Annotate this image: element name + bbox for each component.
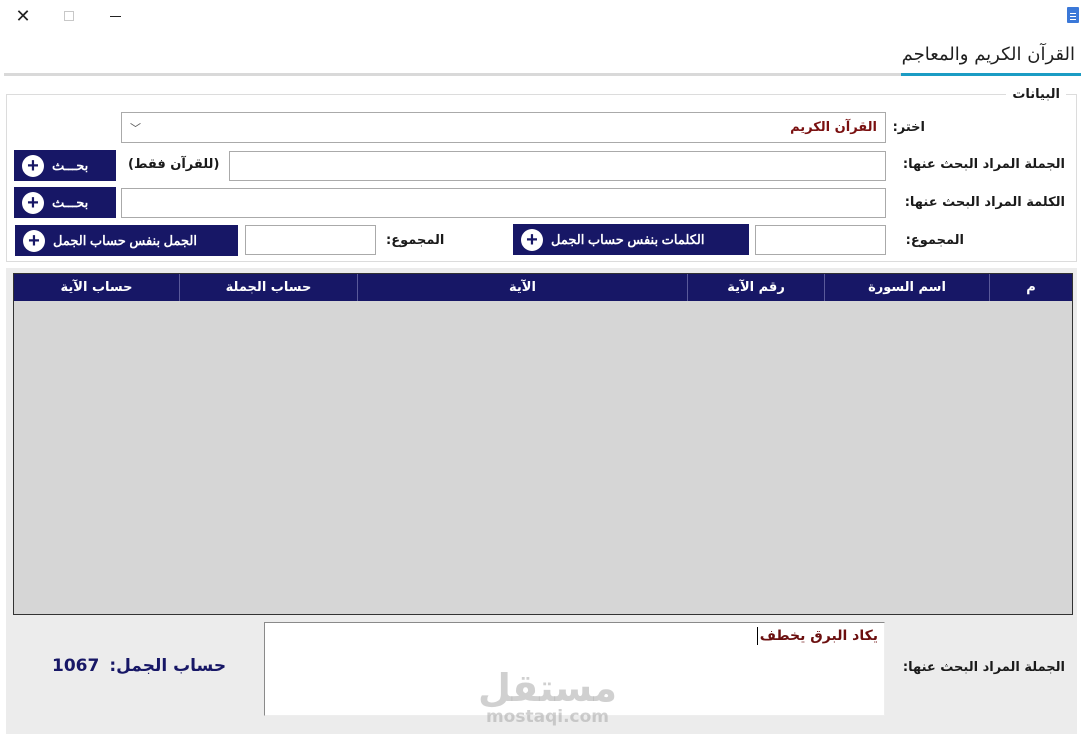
close-icon[interactable]: ✕ bbox=[0, 0, 46, 32]
word-label: الكلمة المراد البحث عنها: bbox=[904, 195, 1065, 210]
minimize-icon[interactable] bbox=[92, 0, 138, 32]
column-index[interactable]: م bbox=[989, 274, 1072, 301]
plus-icon: + bbox=[521, 228, 543, 251]
choose-label: اختر: bbox=[892, 120, 925, 135]
search-sentence-label: بحـــث bbox=[52, 157, 89, 173]
tab-strip: القرآن الكريم والمعاجم bbox=[4, 38, 1081, 76]
text-cursor bbox=[756, 627, 758, 645]
total2-label: المجموع: bbox=[386, 233, 445, 248]
column-ayah[interactable]: الآية bbox=[357, 274, 687, 301]
source-select[interactable]: ﹀ القرآن الكريم bbox=[121, 112, 886, 143]
results-grid[interactable]: م اسم السورة رقم الآية الآية حساب الجملة… bbox=[13, 273, 1073, 615]
plus-icon: + bbox=[22, 154, 44, 177]
words-same-jumal-button[interactable]: الكلمات بنفس حساب الجمل + bbox=[513, 224, 749, 255]
tab-underline bbox=[901, 73, 1081, 76]
tab-quran-dictionaries[interactable]: القرآن الكريم والمعاجم bbox=[896, 38, 1081, 76]
words-same-jumal-label: الكلمات بنفس حساب الجمل bbox=[551, 231, 705, 247]
sentence-textarea-value: يكاد البرق يخطف bbox=[759, 628, 878, 644]
column-ayah-jumal[interactable]: حساب الآية bbox=[14, 274, 179, 301]
watermark-en: mostaqi.com bbox=[485, 707, 610, 727]
column-surah-name[interactable]: اسم السورة bbox=[824, 274, 989, 301]
group-title: البيانات bbox=[1006, 87, 1066, 102]
sentences-same-jumal-label: الجمل بنفس حساب الجمل bbox=[53, 232, 198, 248]
window-controls: ✕ bbox=[0, 0, 160, 32]
total2-input[interactable] bbox=[245, 225, 376, 255]
total-label: المجموع: bbox=[905, 233, 964, 248]
word-input[interactable] bbox=[121, 188, 886, 218]
jumal-total-label: حساب الجمل: bbox=[109, 656, 227, 676]
sentences-same-jumal-button[interactable]: الجمل بنفس حساب الجمل + bbox=[15, 225, 238, 256]
search-sentence-button[interactable]: بحـــث + bbox=[14, 150, 116, 181]
column-sentence-jumal[interactable]: حساب الجملة bbox=[179, 274, 357, 301]
sentence-label: الجملة المراد البحث عنها: bbox=[902, 157, 1065, 172]
column-ayah-number[interactable]: رقم الآية bbox=[687, 274, 824, 301]
watermark-ar: مستقل bbox=[478, 666, 617, 710]
search-word-button[interactable]: بحـــث + bbox=[14, 187, 116, 218]
watermark: مستقل mostaqi.com bbox=[478, 668, 617, 726]
document-icon bbox=[1067, 7, 1079, 23]
sentence-input[interactable] bbox=[229, 151, 886, 181]
grid-header: م اسم السورة رقم الآية الآية حساب الجملة… bbox=[14, 274, 1072, 301]
maximize-icon[interactable] bbox=[46, 0, 92, 32]
jumal-total-value: 1067 bbox=[52, 656, 100, 676]
bottom-sentence-label: الجملة المراد البحث عنها: bbox=[902, 660, 1065, 675]
plus-icon: + bbox=[22, 191, 44, 214]
total-input[interactable] bbox=[755, 225, 886, 255]
search-word-label: بحـــث bbox=[52, 194, 89, 210]
plus-icon: + bbox=[23, 229, 45, 252]
source-select-value: القرآن الكريم bbox=[790, 120, 877, 135]
quran-only-note: (للقرآن فقط) bbox=[128, 157, 220, 172]
chevron-down-icon: ﹀ bbox=[130, 121, 141, 135]
jumal-total: حساب الجمل: 1067 bbox=[52, 656, 226, 676]
